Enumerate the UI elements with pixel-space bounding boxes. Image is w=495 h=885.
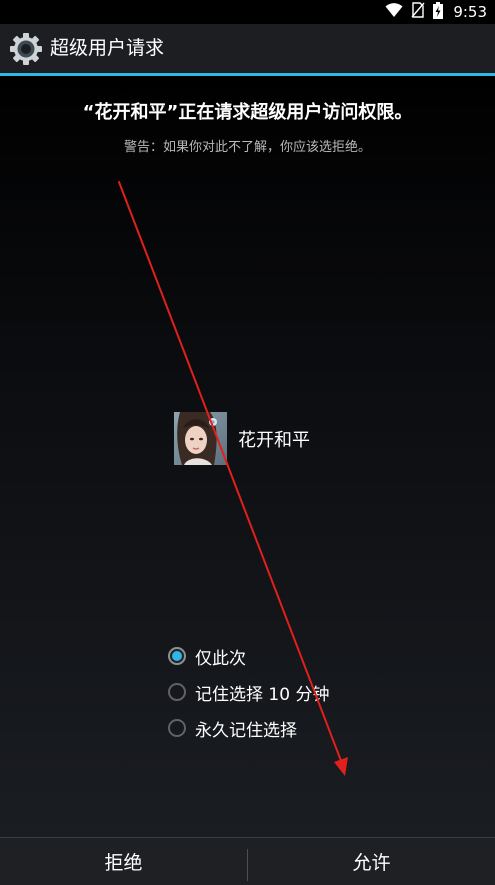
status-bar: 9:53 [0, 0, 495, 24]
wifi-icon [385, 2, 403, 22]
no-sim-icon [411, 2, 425, 22]
radio-unchecked-icon[interactable] [168, 683, 186, 701]
request-title: “花开和平”正在请求超级用户访问权限。 [82, 102, 413, 123]
app-avatar-icon [174, 412, 227, 465]
status-time: 9:53 [453, 3, 487, 21]
option-once[interactable]: 仅此次 [167, 638, 329, 674]
option-remember-10-minutes[interactable]: 记住选择 10 分钟 [167, 674, 329, 710]
deny-button[interactable]: 拒绝 [0, 838, 247, 885]
allow-button[interactable]: 允许 [248, 838, 495, 885]
option-label: 仅此次 [195, 648, 246, 669]
battery-charging-icon [433, 1, 444, 23]
settings-gear-icon [9, 32, 43, 66]
status-icons: 9:53 [385, 0, 487, 24]
remember-options: 仅此次 记住选择 10 分钟 永久记住选择 [167, 638, 329, 746]
option-label: 记住选择 10 分钟 [195, 684, 330, 705]
option-label: 永久记住选择 [195, 720, 297, 741]
app-name: 花开和平 [238, 429, 310, 451]
warning-text: 警告：如果你对此不了解，你应该选拒绝。 [123, 140, 371, 155]
radio-checked-icon[interactable] [168, 647, 186, 665]
app-info: 花开和平 [174, 412, 310, 465]
button-bar: 拒绝 允许 [0, 837, 495, 885]
action-bar: 超级用户请求 [0, 24, 495, 73]
option-remember-forever[interactable]: 永久记住选择 [167, 710, 329, 746]
radio-unchecked-icon[interactable] [168, 719, 186, 737]
action-bar-title: 超级用户请求 [50, 37, 165, 59]
